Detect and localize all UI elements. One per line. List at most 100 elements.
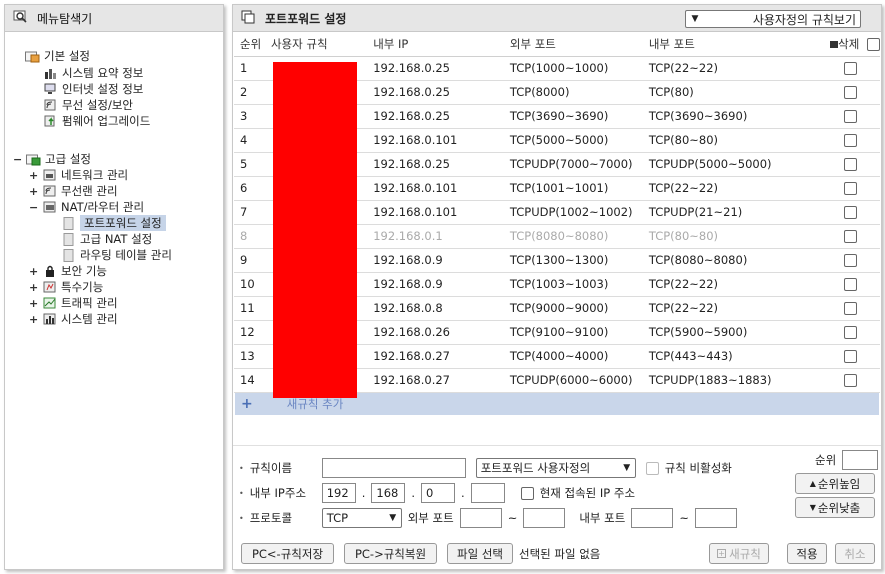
row-delete-checkbox[interactable] xyxy=(844,374,858,387)
rank-down-label: 순위낮춤 xyxy=(817,500,861,515)
collapse-toggle[interactable]: − xyxy=(29,201,38,214)
tree-item-label: NAT/라우터 관리 xyxy=(61,200,145,214)
tree-item-advanced-nat[interactable]: 고급 NAT 설정 xyxy=(25,231,223,247)
rule-name-row: • 규칙이름 포트포워드 사용자정의 ▼ 규칙 비활성화 xyxy=(239,458,732,478)
row-external-port: TCPUDP(1002~1002) xyxy=(509,200,649,225)
ip-octet-4[interactable] xyxy=(470,483,505,503)
tree-item-label: 인터넷 설정 정보 xyxy=(62,82,144,96)
tree-item-firmware-upgrade[interactable]: 펌웨어 업그레이드 xyxy=(25,113,223,129)
current-ip-label: 현재 접속된 IP 주소 xyxy=(539,486,636,500)
cancel-button[interactable]: 취소 xyxy=(835,543,875,564)
row-delete-checkbox[interactable] xyxy=(844,350,858,363)
row-delete-cell xyxy=(830,176,880,201)
rank-down-button[interactable]: ▼ 순위낮춤 xyxy=(795,497,875,518)
tree-item-traffic[interactable]: + 트래픽 관리 xyxy=(25,295,223,311)
tree-item-port-forward[interactable]: 포트포워드 설정 xyxy=(25,215,223,231)
row-delete-checkbox[interactable] xyxy=(844,62,858,75)
row-delete-checkbox[interactable] xyxy=(844,134,858,147)
tree-item-network[interactable]: + 네트워크 관리 xyxy=(25,167,223,183)
expand-toggle[interactable]: + xyxy=(29,281,38,294)
minus-icon[interactable] xyxy=(830,40,839,48)
tree-item-special[interactable]: + 특수기능 xyxy=(25,279,223,295)
ip-octet-1[interactable]: 192 xyxy=(321,483,356,503)
protocol-select[interactable]: TCP ▼ xyxy=(321,508,402,528)
row-delete-checkbox[interactable] xyxy=(844,230,858,243)
tree-item-security[interactable]: + 보안 기능 xyxy=(25,263,223,279)
window-copy-icon xyxy=(241,10,255,27)
internal-port-end-input[interactable] xyxy=(694,508,737,528)
tilde-separator: ~ xyxy=(679,511,689,525)
tree-advanced-settings[interactable]: − 고급 설정 xyxy=(13,151,223,167)
tree-item-routing-table[interactable]: 라우팅 테이블 관리 xyxy=(25,247,223,263)
internal-port-start-input[interactable] xyxy=(631,508,674,528)
external-port-end-input[interactable] xyxy=(523,508,566,528)
tree-item-wlan[interactable]: + 무선랜 관리 xyxy=(25,183,223,199)
tree-item-internet-info[interactable]: 인터넷 설정 정보 xyxy=(25,81,223,97)
folder-settings-icon xyxy=(25,50,40,63)
rule-type-select[interactable]: 포트포워드 사용자정의 ▼ xyxy=(475,458,636,478)
rank-input[interactable] xyxy=(842,450,879,470)
internal-ip-row: • 내부 IP주소 192 . 168 . 0 . 현재 접속된 IP 주소 xyxy=(239,483,635,503)
file-actions-row: PC<-규칙저장 PC->규칙복원 파일 선택 선택된 파일 없음 xyxy=(241,543,600,564)
row-internal-port: TCPUDP(1883~1883) xyxy=(648,368,831,393)
expand-toggle[interactable]: + xyxy=(29,169,38,182)
row-external-port: TCP(8080~8080) xyxy=(509,224,649,249)
row-delete-checkbox[interactable] xyxy=(844,110,858,123)
tree-item-nat-router[interactable]: − NAT/라우터 관리 xyxy=(25,199,223,215)
external-port-start-input[interactable] xyxy=(459,508,502,528)
select-all-checkbox[interactable] xyxy=(866,37,880,51)
tree-item-label: 보안 기능 xyxy=(61,264,107,278)
row-internal-port: TCPUDP(21~21) xyxy=(648,200,831,225)
row-internal-ip: 192.168.0.26 xyxy=(373,320,510,345)
current-ip-checkbox[interactable] xyxy=(520,486,534,500)
restore-from-pc-button[interactable]: PC->규칙복원 xyxy=(344,543,437,564)
disable-rule-checkbox[interactable] xyxy=(645,461,659,475)
row-delete-checkbox[interactable] xyxy=(844,254,858,267)
tree-item-label: 무선 설정/보안 xyxy=(62,98,134,112)
monitor-icon xyxy=(43,83,58,96)
tree-item-wireless-security[interactable]: 무선 설정/보안 xyxy=(25,97,223,113)
row-external-port: TCP(9100~9100) xyxy=(509,320,649,345)
save-to-pc-button[interactable]: PC<-규칙저장 xyxy=(241,543,334,564)
rule-view-select[interactable]: ▼ 사용자정의 규칙보기 xyxy=(685,10,861,28)
row-delete-checkbox[interactable] xyxy=(844,182,858,195)
ip-octet-3[interactable]: 0 xyxy=(421,483,456,503)
new-rule-button[interactable]: + 새규칙 xyxy=(709,543,769,564)
ip-dot: . xyxy=(361,486,366,500)
row-delete-checkbox[interactable] xyxy=(844,326,858,339)
row-delete-cell xyxy=(830,80,880,105)
tree-basic-settings[interactable]: 기본 설정 xyxy=(25,48,223,64)
rank-up-button[interactable]: ▲ 순위높임 xyxy=(795,473,875,494)
expand-toggle[interactable]: + xyxy=(29,297,38,310)
row-delete-checkbox[interactable] xyxy=(844,206,858,219)
row-external-port: TCP(8000) xyxy=(509,80,649,105)
new-rule-label: 새규칙 xyxy=(729,546,761,561)
row-delete-checkbox[interactable] xyxy=(844,302,858,315)
tree-item-label: 네트워크 관리 xyxy=(61,168,129,182)
row-internal-ip: 192.168.0.8 xyxy=(373,296,510,321)
ip-octet-2[interactable]: 168 xyxy=(371,483,406,503)
row-delete-checkbox[interactable] xyxy=(844,158,858,171)
apply-button[interactable]: 적용 xyxy=(787,543,827,564)
wireless-icon xyxy=(42,185,57,198)
bullet-icon: • xyxy=(239,463,244,473)
row-delete-cell xyxy=(830,104,880,129)
expand-toggle[interactable]: + xyxy=(29,265,38,278)
page-icon xyxy=(61,216,76,230)
expand-toggle[interactable]: + xyxy=(29,185,38,198)
collapse-toggle[interactable]: − xyxy=(13,153,22,166)
rule-name-input[interactable] xyxy=(321,458,466,478)
chart-icon xyxy=(42,313,57,326)
tree-item-system-admin[interactable]: + 시스템 관리 xyxy=(25,311,223,327)
file-select-button[interactable]: 파일 선택 xyxy=(447,543,513,564)
traffic-icon xyxy=(42,297,57,310)
internal-port-label: 내부 포트 xyxy=(579,511,626,525)
row-delete-checkbox[interactable] xyxy=(844,86,858,99)
row-delete-cell xyxy=(830,296,880,321)
row-rank: 7 xyxy=(234,200,271,225)
row-delete-checkbox[interactable] xyxy=(844,278,858,291)
tree-item-system-summary[interactable]: 시스템 요약 정보 xyxy=(25,65,223,81)
row-internal-ip: 192.168.0.9 xyxy=(373,272,510,297)
expand-toggle[interactable]: + xyxy=(29,313,38,326)
page-title: 포트포워드 설정 xyxy=(265,11,347,26)
